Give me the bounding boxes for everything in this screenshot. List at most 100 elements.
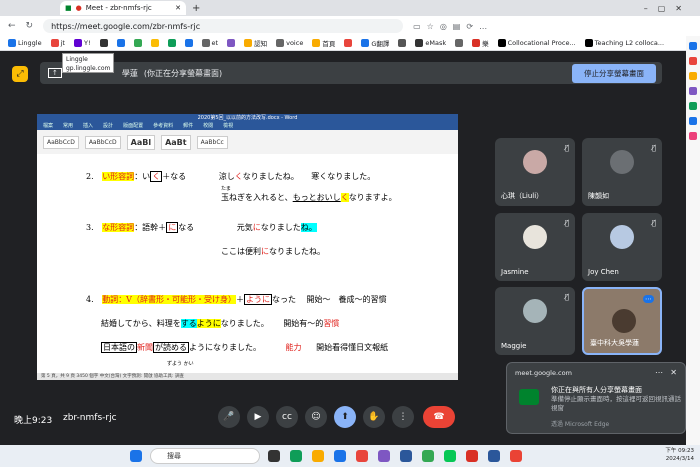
stop-sharing-button[interactable]: 停止分享螢幕畫面 bbox=[572, 63, 656, 83]
avatar bbox=[610, 225, 634, 249]
raise-hand-button[interactable]: ✋ bbox=[363, 406, 385, 428]
tools-icon[interactable] bbox=[689, 72, 697, 80]
mic-off-icon: 🎙̸ bbox=[564, 219, 569, 227]
participant-tile[interactable]: 🎙̸ Jasmine bbox=[495, 213, 575, 281]
taskbar-search[interactable]: 搜尋 bbox=[150, 448, 260, 464]
bookmark-item[interactable]: 首頁 bbox=[312, 38, 335, 48]
notif-close-icon[interactable]: ✕ bbox=[670, 368, 677, 377]
doc-line: 日本語の 新聞 が読める ようになりました。 能力 開始看得懂日文報紙 bbox=[101, 342, 389, 353]
bookmark-icon bbox=[244, 39, 253, 47]
app-icon[interactable] bbox=[510, 450, 522, 462]
bookmark-item[interactable]: et bbox=[201, 39, 218, 47]
bookmark-item[interactable]: Y! bbox=[73, 39, 91, 47]
bookmark-item[interactable] bbox=[167, 39, 176, 47]
bookmark-item[interactable]: jt bbox=[50, 39, 65, 47]
sharing-text: (你正在分享螢幕畫面) bbox=[143, 68, 223, 78]
bookmark-icon bbox=[167, 39, 176, 47]
mic-off-icon: 🎙̸ bbox=[564, 144, 569, 152]
bookmark-icon bbox=[312, 39, 321, 47]
bookmark-icon bbox=[455, 39, 464, 47]
tab-meet[interactable]: ■ ● Meet - zbr-nmfs-rjc ✕ bbox=[60, 1, 186, 15]
participant-tile[interactable]: 🎙̸ Joy Chen bbox=[582, 213, 662, 281]
record-icon: ● bbox=[75, 4, 82, 12]
notif-via: 透過 Microsoft Edge bbox=[551, 421, 610, 428]
bookmark-item[interactable]: 樂 bbox=[472, 38, 489, 48]
app-icon[interactable] bbox=[689, 132, 697, 140]
new-tab-button[interactable]: + bbox=[192, 3, 200, 14]
word-icon[interactable] bbox=[488, 450, 500, 462]
avatar bbox=[610, 150, 634, 174]
tab-title: Meet - zbr-nmfs-rjc bbox=[85, 4, 152, 12]
camera-button[interactable]: ▶ bbox=[247, 406, 269, 428]
app-icon[interactable] bbox=[378, 450, 390, 462]
taskview-icon[interactable] bbox=[268, 450, 280, 462]
bookmark-item[interactable] bbox=[398, 39, 407, 47]
share-notification[interactable]: meet.google.com ⋯ ✕ 你正在與所有人分享螢幕畫面 準備停止顯示… bbox=[506, 362, 686, 434]
start-icon[interactable] bbox=[130, 450, 142, 462]
bookmark-item[interactable] bbox=[150, 39, 159, 47]
bookmark-item[interactable]: 認知 bbox=[244, 38, 267, 48]
bookmark-item[interactable]: Linggle bbox=[8, 39, 42, 47]
bookmark-item[interactable] bbox=[184, 39, 193, 47]
app-icon[interactable] bbox=[334, 450, 346, 462]
word-icon[interactable] bbox=[400, 450, 412, 462]
search-icon[interactable] bbox=[689, 42, 697, 50]
doc-line: 3. な形容詞：語幹＋になる 元気になりましたね。 bbox=[86, 222, 317, 233]
close-tab-icon[interactable]: ✕ bbox=[175, 4, 181, 12]
explorer-icon[interactable] bbox=[312, 450, 324, 462]
bookmark-item[interactable] bbox=[99, 39, 108, 47]
url-field[interactable]: https://meet.google.com/zbr-nmfs-rjc bbox=[43, 19, 404, 33]
participant-tile[interactable]: 🎙̸ Maggie bbox=[495, 287, 575, 355]
meeting-time: 晚上9:23 bbox=[14, 416, 53, 426]
address-toolbar: ← ↻ https://meet.google.com/zbr-nmfs-rjc… bbox=[0, 16, 700, 36]
participant-tile[interactable]: 🎙̸ 陳韻如 bbox=[582, 138, 662, 206]
bookmark-item[interactable]: Teaching L2 colloca... bbox=[584, 39, 664, 47]
app-icon[interactable] bbox=[356, 450, 368, 462]
bookmark-item[interactable] bbox=[227, 39, 236, 47]
shopping-icon[interactable] bbox=[689, 57, 697, 65]
bookmark-item[interactable]: eMask bbox=[415, 39, 446, 47]
taskbar: 搜尋 下午 09:23 2024/3/14 bbox=[0, 445, 700, 467]
captions-button[interactable]: cc bbox=[276, 406, 298, 428]
bookmark-icon bbox=[415, 39, 424, 47]
toolbar-icons[interactable]: ▭☆◎▤⟳… bbox=[413, 22, 493, 31]
notif-more-icon[interactable]: ⋯ bbox=[655, 368, 663, 377]
bookmark-item[interactable] bbox=[133, 39, 142, 47]
bookmark-icon bbox=[276, 39, 285, 47]
outlook-icon[interactable] bbox=[689, 117, 697, 125]
participant-tile[interactable]: 🎙̸ 心琪（Liuli） bbox=[495, 138, 575, 206]
mic-button[interactable]: 🎤 bbox=[218, 406, 240, 428]
games-icon[interactable] bbox=[689, 87, 697, 95]
more-button[interactable]: ⋮ bbox=[392, 406, 414, 428]
ribbon-tabs: 檔案 常用 插入 設計 版面配置 參考資料 郵件 校閱 檢視 bbox=[37, 123, 458, 130]
chrome-icon[interactable] bbox=[422, 450, 434, 462]
window-controls[interactable]: –▢✕ bbox=[644, 4, 692, 13]
bookmark-item[interactable] bbox=[455, 39, 464, 47]
office-icon[interactable] bbox=[689, 102, 697, 110]
avatar bbox=[523, 299, 547, 323]
bookmark-item[interactable]: Collocational Proce... bbox=[497, 39, 576, 47]
more-options-icon[interactable]: ⋯ bbox=[643, 295, 654, 303]
line-icon[interactable] bbox=[444, 450, 456, 462]
avatar bbox=[612, 309, 636, 333]
bookmark-icon bbox=[133, 39, 142, 47]
back-icon[interactable]: ← bbox=[8, 21, 16, 31]
edge-icon[interactable] bbox=[290, 450, 302, 462]
bookmark-icon bbox=[50, 39, 59, 47]
bookmark-icon bbox=[361, 39, 370, 47]
present-button[interactable]: ⬆ bbox=[334, 406, 356, 428]
meet-logo-icon bbox=[519, 389, 539, 405]
bookmark-item[interactable]: voice bbox=[276, 39, 303, 47]
bookmark-item[interactable] bbox=[116, 39, 125, 47]
bookmark-icon bbox=[472, 39, 481, 47]
bookmark-item[interactable]: G翻譯 bbox=[361, 38, 389, 48]
emoji-button[interactable]: ☺ bbox=[305, 406, 327, 428]
reload-icon[interactable]: ↻ bbox=[26, 21, 34, 31]
meeting-code: zbr-nmfs-rjc bbox=[63, 413, 117, 423]
edge-sidebar bbox=[686, 36, 700, 445]
bookmark-item[interactable] bbox=[344, 39, 353, 47]
pdf-icon[interactable] bbox=[466, 450, 478, 462]
bookmark-icon bbox=[116, 39, 125, 47]
leave-call-button[interactable]: ☎ bbox=[423, 406, 455, 428]
participant-tile-self[interactable]: ⋯ 臺中科大吳學蓮 bbox=[582, 287, 662, 355]
